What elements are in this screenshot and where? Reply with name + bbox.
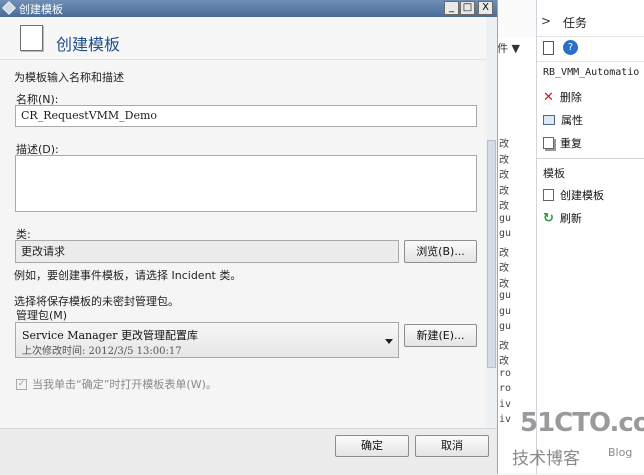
management-pack-selected: Service Manager 更改管理配置库 bbox=[22, 329, 198, 342]
delete-icon: ✕ bbox=[543, 89, 554, 105]
duplicate-icon bbox=[543, 137, 554, 149]
task-tabs: ? bbox=[537, 36, 644, 62]
watermark-logo: 51CTO.com bbox=[520, 408, 644, 438]
task-duplicate-label: 重复 bbox=[560, 137, 582, 150]
name-input[interactable]: CR_RequestVMM_Demo bbox=[15, 105, 477, 127]
tasks-header: 任务 bbox=[563, 16, 588, 30]
background-list-item[interactable]: 改 bbox=[499, 275, 533, 290]
template-icon bbox=[543, 189, 554, 201]
class-field[interactable]: 更改请求 bbox=[15, 240, 399, 263]
management-pack-select[interactable]: Service Manager 更改管理配置库 上次修改时间: 2012/3/5… bbox=[15, 322, 399, 358]
background-list-item[interactable]: 改 bbox=[499, 259, 533, 274]
template-icon bbox=[20, 25, 43, 51]
background-list-item[interactable]: 改 bbox=[499, 166, 533, 181]
open-form-checkbox-row[interactable]: ✓ 当我单击“确定”时打开模板表单(W)。 bbox=[16, 376, 217, 392]
task-delete[interactable]: ✕ 删除 bbox=[543, 88, 582, 106]
close-button[interactable]: X bbox=[478, 1, 493, 15]
task-properties-label: 属性 bbox=[561, 114, 583, 127]
checkbox[interactable]: ✓ bbox=[16, 378, 27, 390]
cancel-button[interactable]: 取消 bbox=[415, 435, 489, 457]
checkbox-label: 当我单击“确定”时打开模板表单(W)。 bbox=[32, 378, 217, 391]
help-icon[interactable]: ? bbox=[563, 40, 578, 55]
background-list-item[interactable]: gu bbox=[499, 228, 533, 239]
scrollbar-thumb[interactable] bbox=[487, 140, 496, 368]
management-pack-modified: 上次修改时间: 2012/3/5 13:00:17 bbox=[22, 346, 182, 357]
minimize-button[interactable]: _ bbox=[444, 1, 459, 15]
dialog-footer: 确定 取消 bbox=[0, 428, 497, 475]
management-pack-label: 管理包(M) bbox=[16, 309, 68, 322]
background-list-item[interactable]: gu bbox=[499, 321, 533, 332]
properties-icon bbox=[543, 115, 555, 125]
background-list-item[interactable]: gu bbox=[499, 306, 533, 317]
description-textarea[interactable] bbox=[15, 155, 477, 212]
background-list-items: 改改改改改 gu gu 改改改 gu gu gu 改改 ro ro iv iv bbox=[497, 0, 537, 474]
background-list-item[interactable]: 改 bbox=[499, 197, 533, 212]
browse-button[interactable]: 浏览(B)... bbox=[404, 240, 477, 263]
task-delete-label: 删除 bbox=[559, 91, 582, 104]
task-refresh-label: 刷新 bbox=[559, 212, 582, 225]
ok-button[interactable]: 确定 bbox=[335, 435, 409, 457]
task-properties[interactable]: 属性 bbox=[543, 111, 583, 129]
watermark-subtitle: 技术博客 bbox=[512, 449, 580, 469]
background-list-item[interactable]: gu bbox=[499, 290, 533, 301]
templates-header: 模板 bbox=[543, 167, 565, 180]
background-list-item[interactable]: ro bbox=[499, 383, 533, 394]
background-list-item[interactable]: 改 bbox=[499, 244, 533, 259]
collapse-icon[interactable]: > bbox=[541, 14, 551, 28]
selected-object-name: RB_VMM_Automatio bbox=[543, 67, 640, 78]
background-list-item[interactable]: 改 bbox=[499, 352, 533, 367]
task-duplicate[interactable]: 重复 bbox=[543, 134, 582, 152]
refresh-icon: ↻ bbox=[543, 210, 554, 226]
dialog-header-title: 创建模板 bbox=[56, 35, 121, 54]
task-create-template[interactable]: 创建模板 bbox=[543, 186, 604, 204]
background-list-item[interactable]: 改 bbox=[499, 337, 533, 352]
instruction-text: 为模板输入名称和描述 bbox=[14, 71, 124, 84]
tasks-pane: > 任务 ? RB_VMM_Automatio ✕ 删除 属性 重复 模板 创建… bbox=[536, 0, 644, 474]
window-title: 创建模板 bbox=[19, 3, 63, 16]
background-list-item[interactable]: ro bbox=[499, 368, 533, 379]
maximize-button[interactable]: □ bbox=[460, 1, 475, 15]
background-list-item[interactable]: gu bbox=[499, 213, 533, 224]
new-management-pack-button[interactable]: 新建(E)... bbox=[404, 324, 477, 347]
background-list-item[interactable]: 改 bbox=[499, 182, 533, 197]
watermark-blog: Blog bbox=[608, 446, 633, 459]
app-icon bbox=[2, 1, 16, 15]
chevron-down-icon bbox=[385, 339, 393, 344]
background-list-item[interactable]: 改 bbox=[499, 135, 533, 150]
task-refresh[interactable]: ↻ 刷新 bbox=[543, 209, 582, 227]
task-create-template-label: 创建模板 bbox=[560, 189, 604, 202]
divider bbox=[537, 158, 644, 159]
class-hint: 例如，要创建事件模板，请选择 Incident 类。 bbox=[14, 269, 242, 282]
background-list-item[interactable]: 改 bbox=[499, 151, 533, 166]
title-bar[interactable]: 创建模板 _ □ X bbox=[0, 0, 497, 17]
clipboard-icon[interactable] bbox=[543, 41, 554, 55]
